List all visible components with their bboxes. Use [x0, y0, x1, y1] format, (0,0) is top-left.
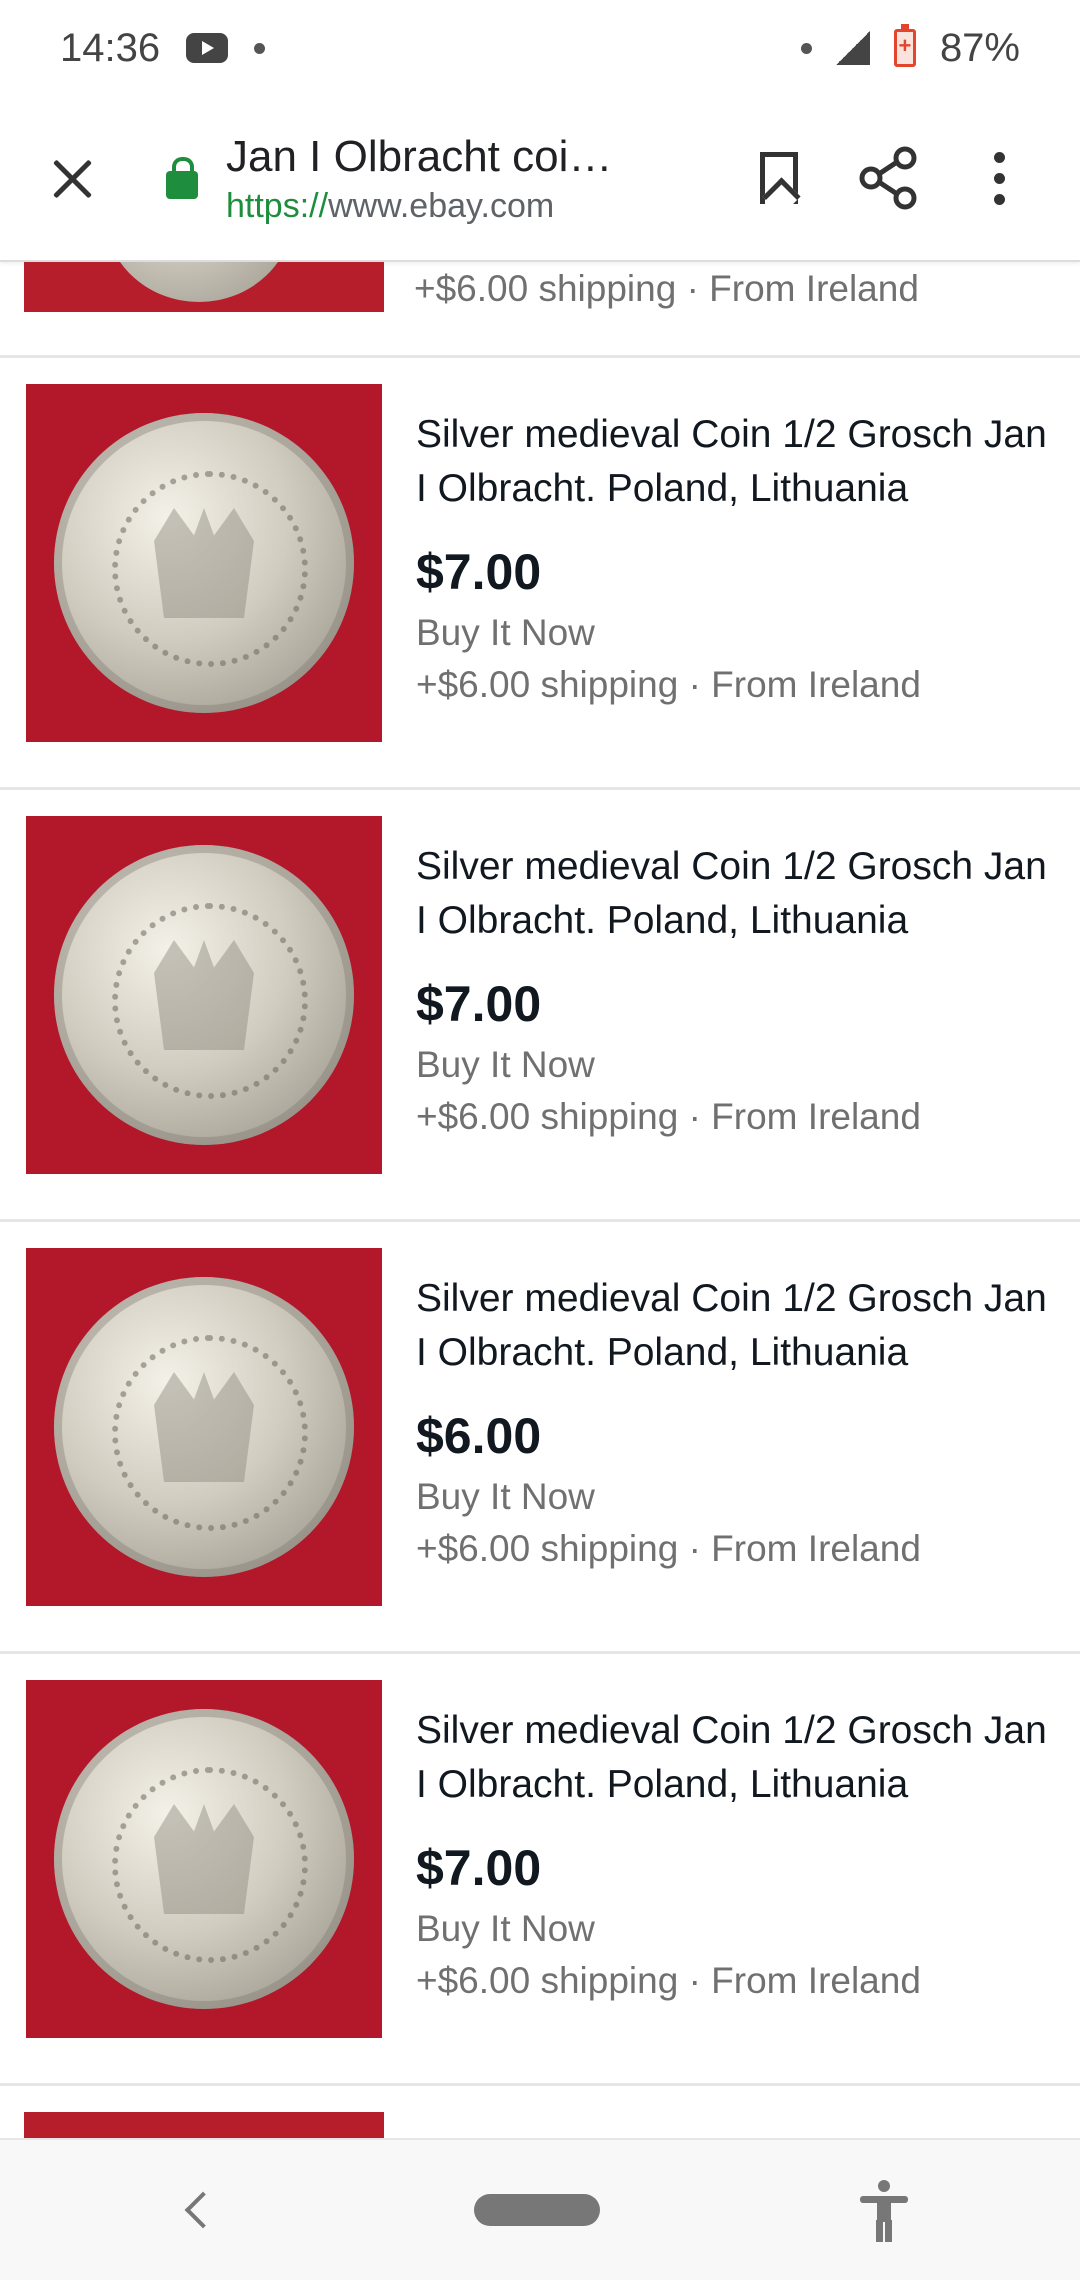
coin-thumbnail[interactable] [26, 1248, 382, 1606]
home-pill-icon[interactable] [474, 2194, 600, 2226]
item-shipping: +$6.00 shipping · From Ireland [414, 268, 919, 309]
item-price: $7.00 [416, 544, 542, 600]
coin-thumbnail[interactable] [24, 262, 384, 312]
item-shipping: +$6.00 shipping · From Ireland [416, 1528, 921, 1569]
back-icon[interactable] [184, 2191, 222, 2229]
youtube-icon [186, 33, 229, 63]
coin-image [54, 1277, 354, 1577]
list-item[interactable]: Silver medieval Coin 1/2 Grosch Jan I Ol… [0, 358, 1080, 790]
status-time: 14:36 [60, 25, 161, 70]
close-icon[interactable] [42, 148, 102, 208]
list-item-partial-bottom[interactable] [0, 2086, 1080, 2138]
bookmark-icon [760, 152, 798, 204]
more-menu-button[interactable] [944, 123, 1054, 233]
item-format: Buy It Now [416, 1908, 595, 1949]
item-shipping: +$6.00 shipping · From Ireland [416, 1096, 921, 1137]
item-price: $6.00 [416, 1408, 542, 1464]
item-format: Buy It Now [416, 612, 595, 653]
bookmark-button[interactable] [724, 123, 834, 233]
list-item-partial-top[interactable]: +$6.00 shipping · From Ireland [0, 262, 1080, 358]
list-item[interactable]: Silver medieval Coin 1/2 Grosch Jan I Ol… [0, 790, 1080, 1222]
share-button[interactable] [834, 123, 944, 233]
item-shipping: +$6.00 shipping · From Ireland [416, 664, 921, 705]
notification-dot-icon [254, 42, 266, 54]
item-shipping: +$6.00 shipping · From Ireland [416, 1960, 921, 2001]
item-title[interactable]: Silver medieval Coin 1/2 Grosch Jan I Ol… [416, 408, 1056, 516]
item-title[interactable]: Silver medieval Coin 1/2 Grosch Jan I Ol… [416, 840, 1056, 948]
item-format: Buy It Now [416, 1044, 595, 1085]
more-menu-icon [993, 151, 1005, 205]
url-scheme: https:// [226, 187, 329, 225]
coin-thumbnail[interactable] [26, 384, 382, 742]
custom-tab-toolbar: Jan I Olbracht coi… https://www.ebay.com [0, 96, 1080, 262]
battery-percent: 87% [939, 25, 1020, 70]
url-host: www.ebay.com [328, 187, 555, 225]
coin-image [54, 1709, 354, 2009]
page-title: Jan I Olbracht coi… [226, 132, 613, 181]
item-price: $7.00 [416, 976, 542, 1032]
item-title[interactable]: Silver medieval Coin 1/2 Grosch Jan I Ol… [416, 1272, 1056, 1380]
status-bar: 14:36 87% [0, 0, 1080, 96]
battery-icon [893, 24, 916, 67]
coin-thumbnail[interactable] [26, 1680, 382, 2038]
list-item[interactable]: Silver medieval Coin 1/2 Grosch Jan I Ol… [0, 1222, 1080, 1654]
search-results-list[interactable]: +$6.00 shipping · From Ireland Silver me… [0, 262, 1080, 2138]
signal-icon [835, 31, 870, 65]
coin-thumbnail[interactable] [26, 816, 382, 1174]
url-text: https://www.ebay.com [226, 185, 646, 227]
list-item[interactable]: Silver medieval Coin 1/2 Grosch Jan I Ol… [0, 1654, 1080, 2086]
share-icon [859, 146, 917, 210]
system-nav-bar [0, 2138, 1080, 2280]
lock-icon[interactable] [166, 157, 198, 199]
coin-thumbnail[interactable] [24, 2112, 384, 2138]
url-block[interactable]: Jan I Olbracht coi… https://www.ebay.com [226, 129, 646, 227]
item-title[interactable]: Silver medieval Coin 1/2 Grosch Jan I Ol… [416, 1704, 1056, 1812]
item-price: $7.00 [416, 1840, 542, 1896]
item-format: Buy It Now [416, 1476, 595, 1517]
accessibility-icon[interactable] [858, 2180, 910, 2242]
coin-image [54, 845, 354, 1145]
status-dot-icon [800, 42, 812, 54]
coin-image [54, 413, 354, 713]
